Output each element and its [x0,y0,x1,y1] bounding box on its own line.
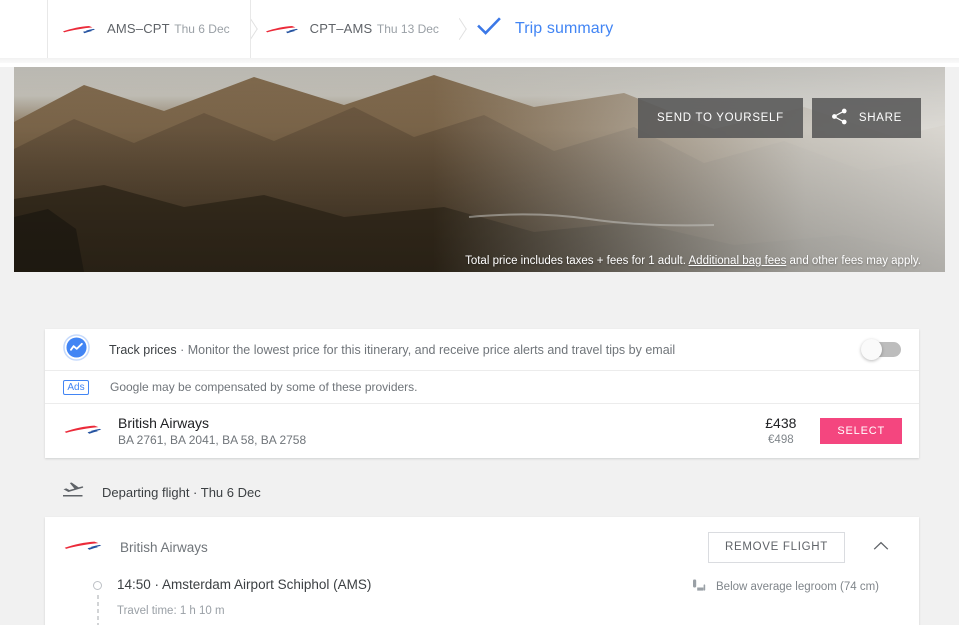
disclaimer-suffix: and other fees may apply. [786,255,921,267]
share-icon [831,108,848,128]
provider-name: British Airways [118,415,210,431]
share-button[interactable]: SHARE [811,98,921,138]
timeline-dot-icon [93,581,102,590]
provider-price-gbp: £438 [765,415,797,432]
track-prices-row: Track prices · Monitor the lowest price … [45,329,919,371]
timeline-dashed-line [96,595,99,625]
breadcrumb-step-return[interactable]: CPT–AMS Thu 13 Dec [249,0,467,58]
track-prices-separator: · [176,342,188,357]
breadcrumb-route: CPT–AMS [309,21,373,36]
ads-disclosure-text: Google may be compensated by some of the… [110,380,418,394]
breadcrumb-date: Thu 6 Dec [174,22,230,36]
breadcrumb: AMS–CPT Thu 6 Dec CPT–AMS Thu 13 Dec Tri… [0,0,959,63]
legroom-info: Below average legroom (74 cm) [692,578,879,595]
provider-row: British Airways BA 2761, BA 2041, BA 58,… [45,404,919,458]
check-icon [477,17,501,41]
toggle-knob [861,339,882,360]
disclaimer-prefix: Total price includes taxes + fees for 1 … [465,255,689,267]
segment-departure-row: 14:50 · Amsterdam Airport Schiphol (AMS)… [93,577,919,625]
ba-speedmarque-icon [62,22,96,36]
breadcrumb-step-outbound[interactable]: AMS–CPT Thu 6 Dec [47,0,258,58]
remove-flight-button[interactable]: REMOVE FLIGHT [707,531,845,563]
ba-speedmarque-icon [63,537,103,558]
destination-hero: SEND TO YOURSELF SHARE Total price inclu… [14,67,945,272]
ads-disclosure-row: Ads Google may be compensated by some of… [45,371,919,404]
flight-details-card: British Airways REMOVE FLIGHT 14:50 · Am… [45,517,919,625]
provider-flight-codes: BA 2761, BA 2041, BA 58, BA 2758 [118,433,307,447]
share-button-label: SHARE [858,112,902,124]
flight-takeoff-icon [62,481,84,504]
ba-speedmarque-icon [265,22,299,36]
ads-badge[interactable]: Ads [63,379,89,395]
trip-summary-label: Trip summary [514,20,614,37]
flight-segment: 14:50 · Amsterdam Airport Schiphol (AMS)… [45,577,919,625]
departing-flight-label: Departing flight · Thu 6 Dec [102,484,261,500]
seat-legroom-icon [692,578,706,595]
select-button[interactable]: SELECT [820,418,902,444]
booking-options-card: Track prices · Monitor the lowest price … [45,329,919,458]
main-content: SEND TO YOURSELF SHARE Total price inclu… [0,67,959,625]
departing-flight-header: Departing flight · Thu 6 Dec [62,477,959,507]
flight-card-header: British Airways REMOVE FLIGHT [45,517,919,577]
chevron-up-icon [873,538,889,556]
left-gutter [0,126,14,625]
price-disclaimer: Total price includes taxes + fees for 1 … [465,255,921,267]
collapse-flight-button[interactable] [861,538,901,556]
additional-bag-fees-link[interactable]: Additional bag fees [689,255,787,267]
price-trend-icon [63,333,90,366]
track-prices-toggle[interactable] [861,339,901,360]
send-to-yourself-button[interactable]: SEND TO YOURSELF [638,98,803,138]
segment-departure-text: 14:50 · Amsterdam Airport Schiphol (AMS) [117,577,372,592]
provider-price-eur: €498 [768,433,794,446]
segment-travel-time: Travel time: 1 h 10 m [117,605,225,617]
breadcrumb-date: Thu 13 Dec [376,22,439,36]
legroom-text: Below average legroom (74 cm) [716,580,879,593]
track-prices-description: Monitor the lowest price for this itiner… [187,342,676,357]
track-prices-title: Track prices [109,342,177,357]
breadcrumb-step-trip-summary[interactable]: Trip summary [459,0,613,58]
breadcrumb-route: AMS–CPT [107,21,170,36]
ba-speedmarque-icon [63,421,103,442]
flight-card-airline: British Airways [120,539,208,555]
hero-actions: SEND TO YOURSELF SHARE [638,98,921,138]
